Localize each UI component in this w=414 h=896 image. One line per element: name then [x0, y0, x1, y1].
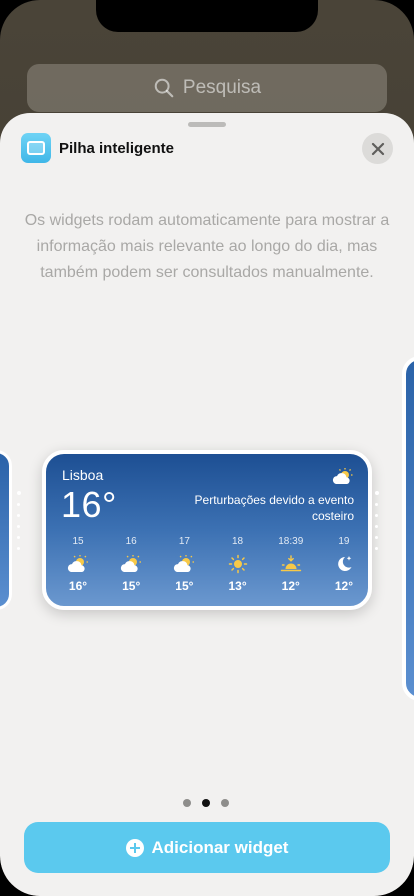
- forecast-temp: 15°: [175, 579, 194, 593]
- stack-indicator-right: [375, 491, 379, 550]
- sheet-title: Pilha inteligente: [59, 140, 175, 157]
- page-dot[interactable]: [183, 799, 191, 807]
- forecast-temp: 15°: [122, 579, 141, 593]
- moon-star-icon: [338, 556, 352, 571]
- forecast-hour: 15: [72, 536, 84, 547]
- home-screen: Pesquisa Pilha inteligente Os widgets ro…: [0, 0, 414, 896]
- add-widget-button[interactable]: Adicionar widget: [24, 822, 390, 873]
- next-widget-preview[interactable]: [402, 356, 414, 701]
- previous-widget-preview[interactable]: [0, 450, 12, 610]
- page-dot-active[interactable]: [202, 799, 210, 807]
- partly-cloudy-icon: [67, 555, 88, 572]
- sheet-grabber[interactable]: [188, 122, 226, 127]
- forecast-hour: 18:39: [278, 536, 304, 547]
- forecast-item: 19 12°: [320, 536, 368, 593]
- forecast-item: 18:39 12°: [267, 536, 315, 593]
- search-icon: [154, 78, 174, 98]
- search-bar[interactable]: Pesquisa: [27, 64, 387, 112]
- forecast-hour: 18: [232, 536, 244, 547]
- search-placeholder: Pesquisa: [182, 77, 262, 98]
- close-button[interactable]: [362, 133, 393, 164]
- forecast-hour: 19: [338, 536, 350, 547]
- forecast-temp: 12°: [334, 579, 354, 593]
- weather-temperature: 16°: [61, 484, 117, 525]
- smart-stack-icon: [21, 133, 51, 163]
- page-dot[interactable]: [221, 799, 229, 807]
- sheet-description: Os widgets rodam automaticamente para mo…: [24, 212, 390, 281]
- sunset-icon: [280, 555, 301, 572]
- forecast-hour: 16: [125, 536, 137, 547]
- partly-cloudy-icon: [121, 555, 142, 572]
- sun-icon: [228, 554, 247, 574]
- widget-sheet: Pilha inteligente Os widgets rodam autom…: [0, 113, 414, 896]
- weather-condition: Perturbações devido a evento costeiro: [194, 493, 354, 523]
- plus-circle-icon: [125, 838, 144, 857]
- weather-city: Lisboa: [62, 467, 104, 483]
- forecast-temp: 12°: [281, 579, 300, 593]
- partly-cloudy-icon: [174, 555, 195, 572]
- page-indicator[interactable]: [183, 799, 229, 807]
- partly-cloudy-icon: [332, 468, 353, 484]
- forecast-item: 16 15°: [107, 536, 155, 593]
- hourly-forecast: 15 16° 16 15° 17 15° 18 13° 18:39 12° 19…: [54, 536, 368, 593]
- forecast-item: 18 13°: [214, 536, 262, 593]
- forecast-temp: 16°: [68, 579, 88, 593]
- forecast-item: 17 15°: [160, 536, 208, 593]
- forecast-temp: 13°: [228, 579, 247, 593]
- add-widget-label: Adicionar widget: [151, 837, 289, 857]
- weather-widget[interactable]: Lisboa 16° Perturbações devido a evento …: [42, 450, 372, 610]
- forecast-item: 15 16°: [54, 536, 102, 593]
- device-notch: [96, 0, 318, 32]
- close-icon: [371, 142, 384, 155]
- forecast-hour: 17: [178, 536, 190, 547]
- stack-indicator-left: [17, 491, 21, 550]
